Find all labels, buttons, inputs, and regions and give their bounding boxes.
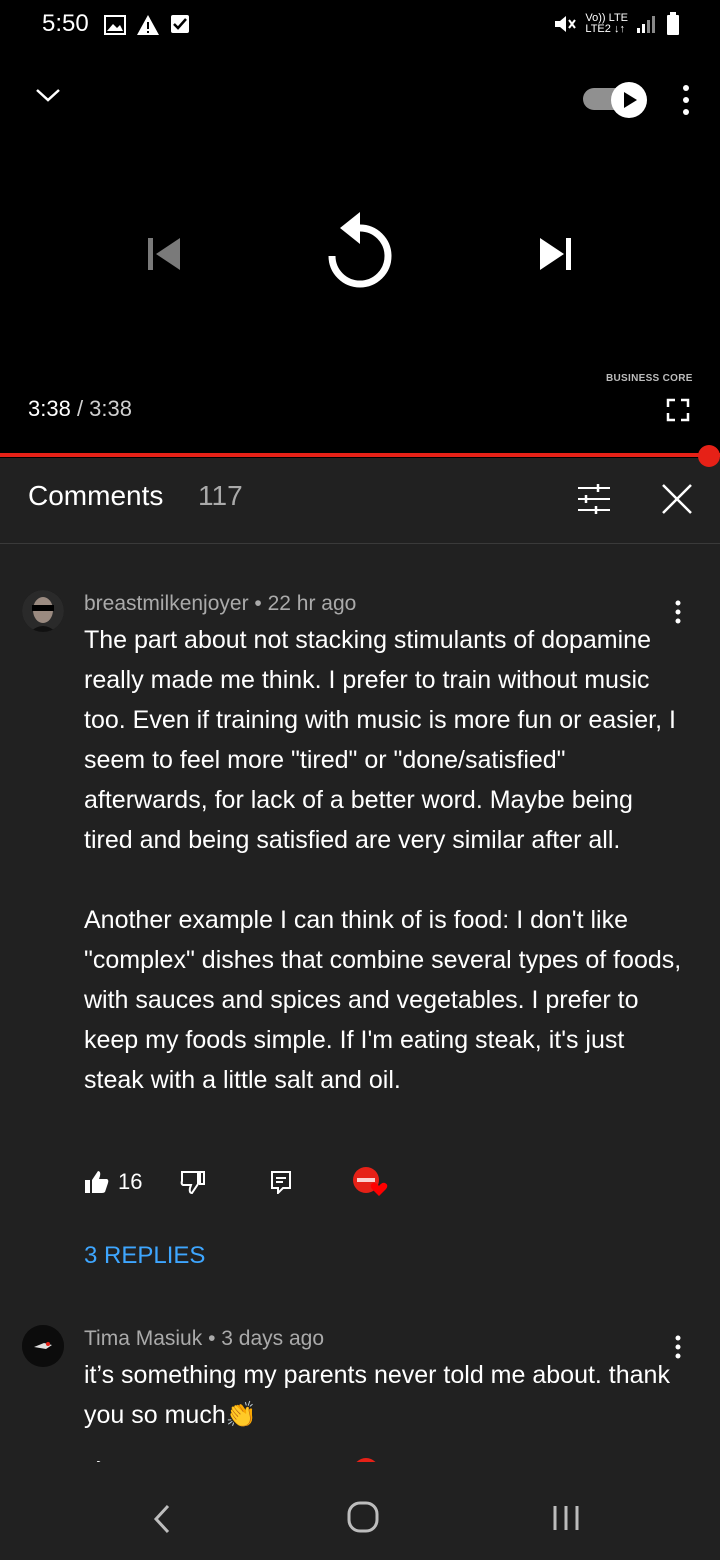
next-video-icon[interactable] xyxy=(536,232,576,276)
home-icon[interactable] xyxy=(346,1500,380,1534)
current-time: 3:38 xyxy=(28,396,71,421)
recents-icon[interactable] xyxy=(552,1504,580,1532)
dislike-icon[interactable] xyxy=(180,1170,206,1194)
comment-meta: breastmilkenjoyer • 22 hr ago xyxy=(84,592,356,616)
network-indicator: Vo)) LTE LTE2 ↓↑ xyxy=(585,12,628,35)
meta-dot: • xyxy=(208,1327,222,1350)
comment-time: 22 hr ago xyxy=(267,592,357,615)
replay-icon[interactable] xyxy=(324,210,396,292)
signal-icon xyxy=(637,16,655,33)
back-icon[interactable] xyxy=(150,1502,174,1536)
reply-icon[interactable] xyxy=(270,1170,292,1194)
like-count: 16 xyxy=(118,1169,143,1194)
meta-dot: • xyxy=(254,592,268,615)
mute-icon xyxy=(555,16,577,32)
avatar[interactable] xyxy=(22,1325,64,1367)
view-replies-link[interactable]: 3 REPLIES xyxy=(84,1242,205,1270)
comment-actions: 16 xyxy=(84,1166,388,1198)
image-notification-icon xyxy=(104,15,126,35)
status-system-icons: Vo)) LTE LTE2 ↓↑ xyxy=(553,12,680,36)
autoplay-toggle[interactable] xyxy=(583,82,647,118)
comment-meta: Tima Masiuk • 3 days ago xyxy=(84,1327,324,1351)
fullscreen-icon[interactable] xyxy=(666,398,690,422)
warning-notification-icon xyxy=(137,15,159,35)
creator-heart-icon xyxy=(353,1167,388,1196)
status-time: 5:50 xyxy=(42,10,89,37)
channel-watermark: BUSINESS CORE xyxy=(606,373,693,384)
close-icon[interactable] xyxy=(660,482,694,516)
comments-count: 117 xyxy=(198,480,243,511)
comments-title: Comments xyxy=(28,480,164,511)
comment-text: it’s something my parents never told me … xyxy=(84,1361,677,1429)
previous-video-icon[interactable] xyxy=(144,232,184,276)
player-more-options-icon[interactable] xyxy=(680,84,692,116)
progress-bar[interactable] xyxy=(0,453,720,457)
play-icon xyxy=(624,92,637,108)
time-separator: / xyxy=(70,396,90,421)
duration: 3:38 xyxy=(89,396,132,421)
comments-header: Comments 117 xyxy=(0,458,720,544)
status-notification-icons xyxy=(104,14,190,36)
avatar[interactable] xyxy=(22,590,64,632)
battery-icon xyxy=(667,12,679,35)
checkbox-notification-icon xyxy=(171,15,189,33)
time-display: 3:38 / 3:38 xyxy=(28,396,132,422)
comment-author[interactable]: breastmilkenjoyer xyxy=(84,592,249,615)
comment-text: The part about not stacking stimulants o… xyxy=(84,626,682,1094)
autoplay-knob xyxy=(611,82,647,118)
minimize-chevron-icon[interactable] xyxy=(34,86,62,104)
system-nav-bar xyxy=(0,1478,720,1560)
comment-author[interactable]: Tima Masiuk xyxy=(84,1327,202,1350)
like-icon[interactable] xyxy=(84,1170,110,1194)
sort-filter-icon[interactable] xyxy=(576,482,612,516)
comment-time: 3 days ago xyxy=(221,1327,325,1350)
video-player[interactable]: 5:50 Vo)) LTE LTE2 ↓↑ BUSINESS CORE 3:38… xyxy=(0,0,720,458)
